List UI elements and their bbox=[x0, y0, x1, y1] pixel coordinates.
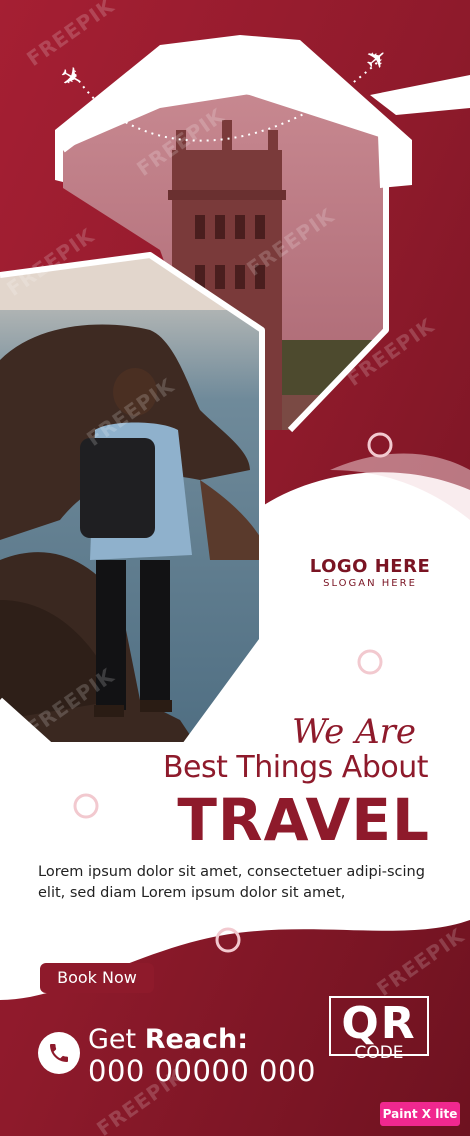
book-now-button[interactable]: Book Now bbox=[40, 963, 154, 993]
logo-title: LOGO HERE bbox=[309, 556, 431, 577]
qr-label: QR bbox=[341, 998, 417, 1049]
logo-slogan: SLOGAN HERE bbox=[323, 578, 417, 589]
headline-title: TRAVEL bbox=[177, 786, 430, 854]
contact-label-light: Get bbox=[88, 1024, 145, 1055]
contact-label: Get Reach: bbox=[88, 1024, 248, 1055]
phone-number: 000 00000 000 bbox=[88, 1054, 316, 1088]
contact-label-bold: Reach: bbox=[144, 1024, 249, 1055]
paint-x-lite-badge: Paint X lite bbox=[380, 1102, 460, 1126]
headline-script: We Are bbox=[291, 712, 416, 752]
qr-code-placeholder: QR CODE bbox=[329, 996, 429, 1062]
hiker-photo bbox=[0, 255, 262, 745]
phone-icon bbox=[50, 1044, 68, 1062]
phone-icon-circle bbox=[38, 1032, 80, 1074]
headline-subtitle: Best Things About bbox=[162, 750, 429, 785]
travel-banner-poster: ✈ ✈ LOGO HERE SLOGAN HERE We Are Best Th… bbox=[0, 0, 470, 1136]
body-text: Lorem ipsum dolor sit amet, consectetuer… bbox=[38, 864, 425, 901]
